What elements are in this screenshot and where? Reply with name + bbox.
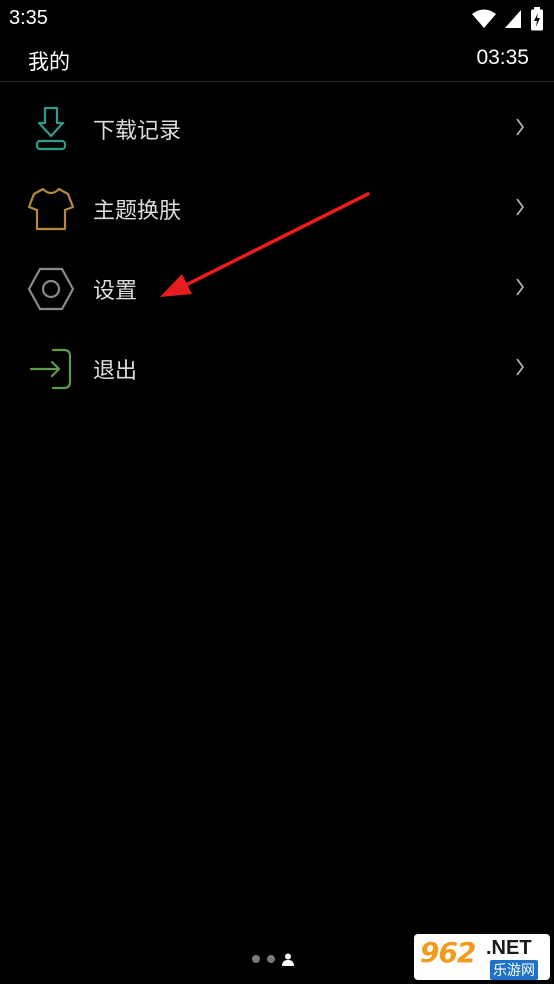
watermark-domain: .NET [486,937,532,959]
menu-item-logout[interactable]: 退出 [0,328,554,408]
person-icon[interactable] [282,953,294,966]
page-dot[interactable] [267,955,275,963]
watermark-number: 962 [420,936,476,969]
download-icon [35,106,67,151]
menu-item-theme-skin[interactable]: 主题换肤 [0,168,554,248]
chevron-right-icon [516,118,524,136]
page-title: 我的 [28,50,70,74]
menu-item-label: 设置 [93,279,138,304]
status-bar: 3:35 [0,0,554,38]
menu-item-label: 下载记录 [93,119,182,144]
app-header: 我的 03:35 [0,38,554,82]
menu-item-settings[interactable]: 设置 [0,248,554,328]
cell-signal-icon [505,10,521,28]
watermark-logo: 962 .NET 乐游网 [414,934,550,980]
chevron-right-icon [516,358,524,376]
status-icons [472,7,544,31]
battery-charging-icon [531,7,543,31]
status-time: 3:35 [9,7,48,29]
watermark-chinese: 乐游网 [490,960,538,980]
logout-icon [29,348,72,390]
settings-hex-icon [27,267,75,311]
menu-item-download-history[interactable]: 下载记录 [0,88,554,168]
page-dot[interactable] [252,955,260,963]
shirt-icon [27,187,75,231]
chevron-right-icon [516,198,524,216]
wifi-icon [472,9,496,28]
menu-item-label: 主题换肤 [93,199,182,224]
menu-item-label: 退出 [93,359,138,384]
page-indicator [252,952,294,966]
header-clock: 03:35 [476,46,529,69]
menu-list: 下载记录 主题换肤 设置 退出 [0,88,554,408]
chevron-right-icon [516,278,524,296]
